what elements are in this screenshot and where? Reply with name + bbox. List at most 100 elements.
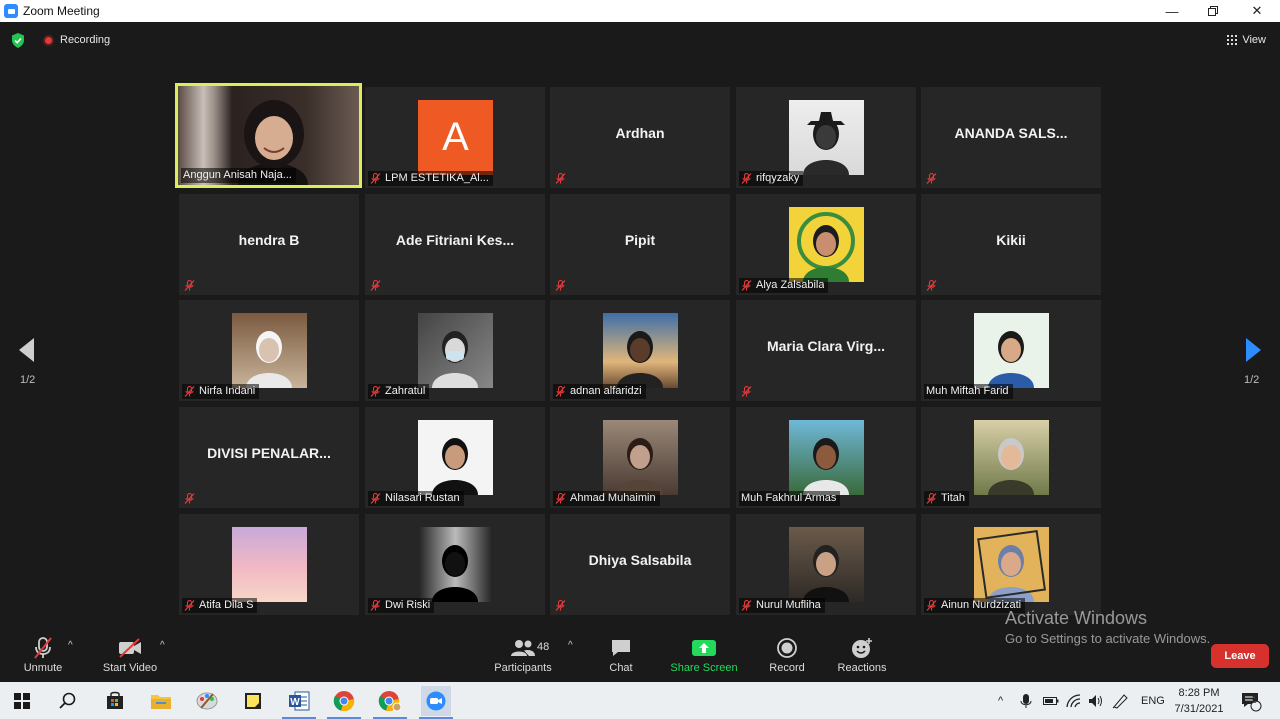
participant-name-label	[553, 598, 574, 613]
participant-tile[interactable]: Ardhan	[550, 87, 730, 188]
participant-tile[interactable]: Nurul Mufliha	[736, 514, 916, 615]
sticky-notes-icon[interactable]	[240, 688, 266, 714]
start-video-label: Start Video	[102, 662, 158, 674]
zoom-app-icon	[4, 4, 18, 18]
minimize-button[interactable]: —	[1152, 0, 1192, 22]
reactions-button[interactable]: Reactions	[817, 636, 907, 674]
participant-photo	[974, 527, 1049, 602]
window-titlebar: Zoom Meeting — ✕	[0, 0, 1280, 22]
recording-indicator[interactable]: Recording	[43, 34, 110, 46]
notifications-count: 5	[1252, 695, 1258, 705]
participant-photo	[789, 420, 864, 495]
participant-tile[interactable]: Titah	[921, 407, 1101, 508]
participant-tile[interactable]: Nilasari Rustan	[365, 407, 545, 508]
paint-icon[interactable]	[194, 688, 220, 714]
activate-windows-subtitle: Go to Settings to activate Windows.	[1005, 631, 1211, 646]
participant-tile[interactable]: Anggun Anisah Naja...	[175, 83, 362, 188]
participant-name-label	[924, 171, 945, 186]
participant-tile[interactable]: Zahratul	[365, 300, 545, 401]
search-icon[interactable]	[55, 688, 81, 714]
muted-mic-icon	[741, 173, 752, 184]
participant-tile[interactable]: hendra B	[179, 194, 359, 295]
participants-button[interactable]: Participants	[478, 636, 568, 674]
participant-tile[interactable]: Pipit	[550, 194, 730, 295]
video-options-caret-icon[interactable]: ^	[160, 640, 165, 651]
show-hidden-icons-caret-icon[interactable]: ^	[998, 682, 1003, 719]
microphone-tray-icon[interactable]	[1020, 682, 1032, 719]
close-button[interactable]: ✕	[1237, 0, 1277, 22]
participant-display-name: Ade Fitriani Kes...	[395, 232, 515, 248]
windows-start-icon[interactable]	[9, 688, 35, 714]
participant-display-name: ANANDA SALS...	[954, 125, 1068, 141]
participant-display-name: DIVISI PENALAR...	[207, 445, 331, 461]
participant-tile[interactable]: Muh Miftah Farid	[921, 300, 1101, 401]
chrome-icon[interactable]	[331, 688, 357, 714]
participant-tile[interactable]: Nirfa Indani	[179, 300, 359, 401]
wifi-icon[interactable]	[1066, 682, 1082, 719]
participant-name-label: Dwi Riski	[368, 598, 435, 613]
participant-tile[interactable]: Kikii	[921, 194, 1101, 295]
leave-button[interactable]: Leave	[1211, 644, 1269, 668]
participants-count: 48	[537, 641, 550, 653]
participant-tile[interactable]: Ainun Nurdzizati	[921, 514, 1101, 615]
muted-mic-icon	[555, 493, 566, 504]
participants-options-caret-icon[interactable]: ^	[568, 640, 573, 651]
audio-options-caret-icon[interactable]: ^	[68, 640, 73, 651]
participant-tile[interactable]: Ahmad Muhaimin	[550, 407, 730, 508]
restore-button[interactable]	[1193, 0, 1233, 22]
participant-name-label	[182, 278, 203, 293]
participant-tile[interactable]: Alya Zalsabila	[736, 194, 916, 295]
taskbar-clock[interactable]: 8:28 PM 7/31/2021	[1168, 685, 1230, 717]
grid-view-icon	[1227, 35, 1238, 45]
participant-tile[interactable]: rifqyzaky	[736, 87, 916, 188]
participant-photo	[789, 207, 864, 282]
page-indicator-left: 1/2	[20, 374, 36, 386]
activate-windows-title: Activate Windows	[1005, 608, 1148, 628]
participant-tile[interactable]: ANANDA SALS...	[921, 87, 1101, 188]
participant-photo	[418, 420, 493, 495]
participants-label: Participants	[494, 662, 552, 674]
file-explorer-icon[interactable]	[148, 688, 174, 714]
muted-mic-icon	[370, 173, 381, 184]
participant-tile[interactable]: Maria Clara Virg...	[736, 300, 916, 401]
reactions-label: Reactions	[837, 662, 887, 674]
clock-date: 7/31/2021	[1174, 703, 1224, 715]
participant-tile[interactable]: Dhiya Salsabila	[550, 514, 730, 615]
participant-tile[interactable]: Dwi Riski	[365, 514, 545, 615]
participant-display-name: Maria Clara Virg...	[766, 338, 885, 354]
participant-name-label: Zahratul	[368, 384, 430, 399]
word-icon[interactable]: W	[286, 688, 312, 714]
security-shield-icon[interactable]	[11, 33, 25, 48]
participant-display-name: Ardhan	[615, 125, 665, 141]
action-center-button[interactable]: 5	[1240, 682, 1262, 719]
muted-mic-icon	[555, 386, 566, 397]
chrome-profile-icon[interactable]	[377, 688, 403, 714]
participant-name: Ahmad Muhaimin	[570, 492, 656, 504]
participant-tile[interactable]: Muh Fakhrul Armas	[736, 407, 916, 508]
participant-name: rifqyzaky	[756, 172, 800, 184]
participant-tile[interactable]: adnan alfaridzi	[550, 300, 730, 401]
previous-page-arrow-icon[interactable]	[19, 338, 34, 362]
battery-icon[interactable]	[1043, 682, 1059, 719]
share-screen-button[interactable]: Share Screen	[659, 636, 749, 674]
participant-tile[interactable]: A LPM ESTETIKA_Al...	[365, 87, 545, 188]
participant-name: Anggun Anisah Naja...	[183, 169, 292, 181]
store-icon[interactable]	[102, 688, 128, 714]
participant-name-label: rifqyzaky	[739, 171, 804, 186]
restore-icon	[1208, 6, 1218, 16]
next-page-arrow-icon[interactable]	[1246, 338, 1261, 362]
zoom-taskbar-icon[interactable]	[421, 686, 451, 716]
participant-tile[interactable]: Atifa Dila S	[179, 514, 359, 615]
pen-workspace-icon[interactable]	[1112, 682, 1130, 719]
participant-name-label: Muh Miftah Farid	[924, 384, 1013, 399]
participant-tile[interactable]: Ade Fitriani Kes...	[365, 194, 545, 295]
chat-button[interactable]: Chat	[576, 636, 666, 674]
volume-icon[interactable]	[1088, 682, 1104, 719]
participant-name: Alya Zalsabila	[756, 279, 825, 291]
participant-photo	[603, 313, 678, 388]
input-language[interactable]: ENG	[1141, 682, 1165, 719]
view-button[interactable]: View	[1227, 34, 1266, 46]
participant-tile[interactable]: DIVISI PENALAR...	[179, 407, 359, 508]
participant-photo	[789, 100, 864, 175]
unmute-button[interactable]: Unmute	[0, 636, 88, 674]
